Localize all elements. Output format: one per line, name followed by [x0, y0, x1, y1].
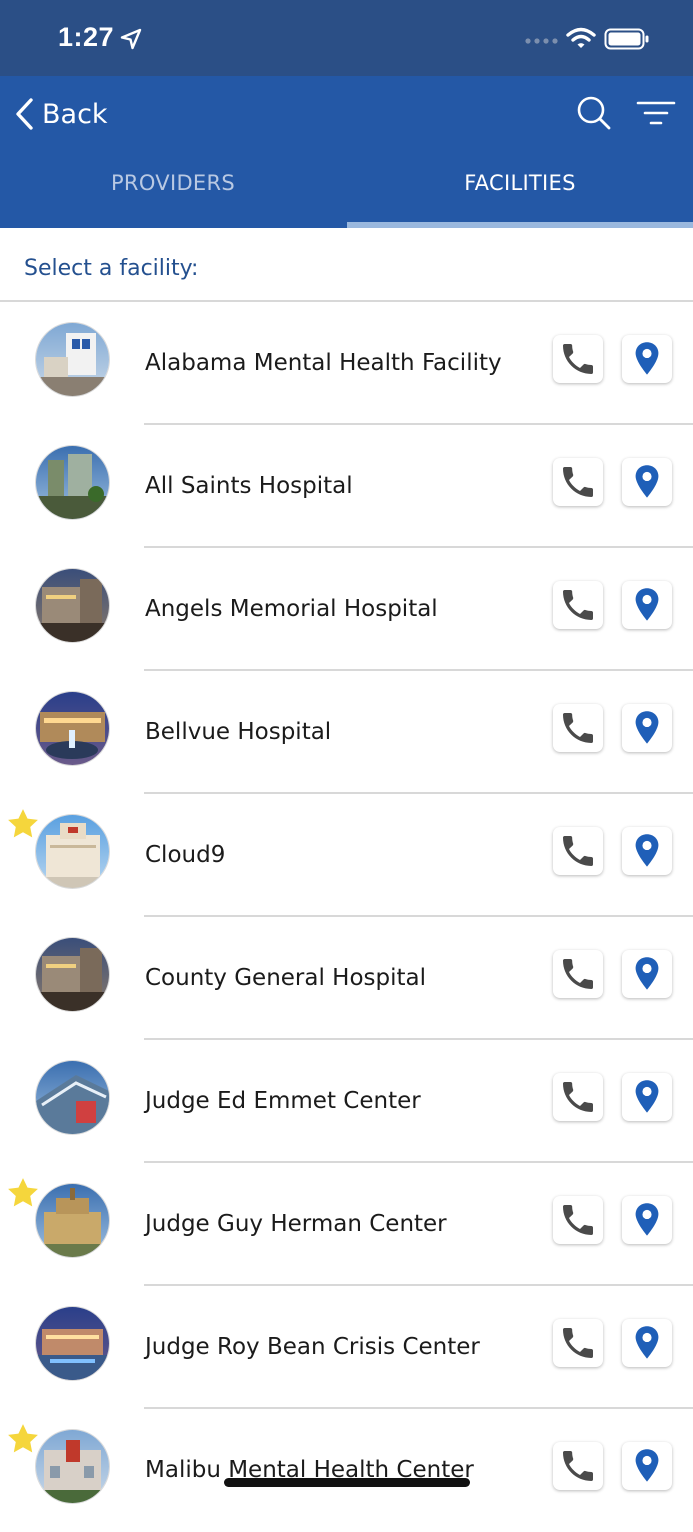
- facility-name: Angels Memorial Hospital: [145, 596, 438, 622]
- map-button[interactable]: [622, 458, 672, 506]
- map-pin-icon: [635, 1326, 659, 1359]
- call-button[interactable]: [553, 1319, 603, 1367]
- facility-photo: [36, 938, 109, 1011]
- map-button[interactable]: [622, 1196, 672, 1244]
- call-button[interactable]: [553, 950, 603, 998]
- back-label: Back: [42, 98, 108, 130]
- status-time: 1:27: [58, 22, 115, 52]
- facility-photo: [36, 1430, 109, 1503]
- home-indicator: [224, 1478, 470, 1487]
- map-button[interactable]: [622, 827, 672, 875]
- facility-list: Alabama Mental Health Facility All Saint…: [0, 302, 693, 1532]
- facility-row[interactable]: Judge Ed Emmet Center: [0, 1040, 693, 1163]
- active-tab-indicator: [347, 222, 693, 228]
- phone-icon: [563, 713, 593, 743]
- map-pin-icon: [635, 465, 659, 498]
- facility-name: Judge Ed Emmet Center: [145, 1088, 421, 1114]
- phone-icon: [563, 467, 593, 497]
- search-icon[interactable]: [576, 95, 612, 131]
- facility-name: Judge Roy Bean Crisis Center: [145, 1334, 480, 1360]
- facility-row[interactable]: County General Hospital: [0, 917, 693, 1040]
- battery-icon: [604, 28, 649, 50]
- phone-icon: [563, 1451, 593, 1481]
- tab-facilities[interactable]: FACILITIES: [347, 171, 693, 195]
- facility-photo: [36, 815, 109, 888]
- facility-name: All Saints Hospital: [145, 473, 353, 499]
- map-pin-icon: [635, 834, 659, 867]
- facility-photo: [36, 1307, 109, 1380]
- facility-row[interactable]: Angels Memorial Hospital: [0, 548, 693, 671]
- filter-icon[interactable]: [636, 100, 676, 126]
- facility-row[interactable]: Bellvue Hospital: [0, 671, 693, 794]
- facility-row[interactable]: Alabama Mental Health Facility: [0, 302, 693, 425]
- select-facility-label: Select a facility:: [24, 256, 199, 281]
- star-icon: [8, 809, 38, 838]
- facility-name: Cloud9: [145, 842, 226, 868]
- call-button[interactable]: [553, 458, 603, 506]
- facility-row[interactable]: All Saints Hospital: [0, 425, 693, 548]
- facility-photo: [36, 1061, 109, 1134]
- list-header: Select a facility:: [0, 229, 693, 302]
- facility-row[interactable]: Malibu Mental Health Center: [0, 1409, 693, 1532]
- map-button[interactable]: [622, 581, 672, 629]
- tab-providers[interactable]: PROVIDERS: [0, 171, 346, 195]
- facility-photo: [36, 692, 109, 765]
- facility-photo: [36, 569, 109, 642]
- facility-name: Alabama Mental Health Facility: [145, 350, 502, 376]
- call-button[interactable]: [553, 1196, 603, 1244]
- call-button[interactable]: [553, 704, 603, 752]
- facility-photo: [36, 323, 109, 396]
- facility-photo: [36, 446, 109, 519]
- call-button[interactable]: [553, 335, 603, 383]
- call-button[interactable]: [553, 1073, 603, 1121]
- facility-row[interactable]: Judge Guy Herman Center: [0, 1163, 693, 1286]
- map-pin-icon: [635, 1080, 659, 1113]
- call-button[interactable]: [553, 1442, 603, 1490]
- wifi-icon: [566, 27, 596, 48]
- status-bar: 1:27: [0, 0, 693, 76]
- phone-icon: [563, 1328, 593, 1358]
- phone-icon: [563, 959, 593, 989]
- facility-name: Judge Guy Herman Center: [145, 1211, 447, 1237]
- call-button[interactable]: [553, 827, 603, 875]
- phone-icon: [563, 836, 593, 866]
- facility-photo: [36, 1184, 109, 1257]
- back-button[interactable]: Back: [14, 94, 108, 134]
- map-button[interactable]: [622, 1073, 672, 1121]
- map-pin-icon: [635, 957, 659, 990]
- call-button[interactable]: [553, 581, 603, 629]
- phone-icon: [563, 344, 593, 374]
- facility-name: Bellvue Hospital: [145, 719, 332, 745]
- signal-icon: [525, 38, 558, 44]
- map-pin-icon: [635, 342, 659, 375]
- map-button[interactable]: [622, 704, 672, 752]
- facility-row[interactable]: Judge Roy Bean Crisis Center: [0, 1286, 693, 1409]
- map-pin-icon: [635, 588, 659, 621]
- phone-icon: [563, 1205, 593, 1235]
- map-button[interactable]: [622, 1319, 672, 1367]
- map-button[interactable]: [622, 1442, 672, 1490]
- chevron-left-icon: [16, 98, 33, 130]
- map-pin-icon: [635, 1203, 659, 1236]
- map-pin-icon: [635, 1449, 659, 1482]
- map-button[interactable]: [622, 335, 672, 383]
- map-button[interactable]: [622, 950, 672, 998]
- location-arrow-icon: [120, 28, 142, 50]
- facility-name: County General Hospital: [145, 965, 427, 991]
- phone-icon: [563, 1082, 593, 1112]
- star-icon: [8, 1178, 38, 1207]
- phone-icon: [563, 590, 593, 620]
- star-icon: [8, 1424, 38, 1453]
- navigation-bar: Back PROVIDERS FACILITIES: [0, 76, 693, 228]
- facility-row[interactable]: Cloud9: [0, 794, 693, 917]
- map-pin-icon: [635, 711, 659, 744]
